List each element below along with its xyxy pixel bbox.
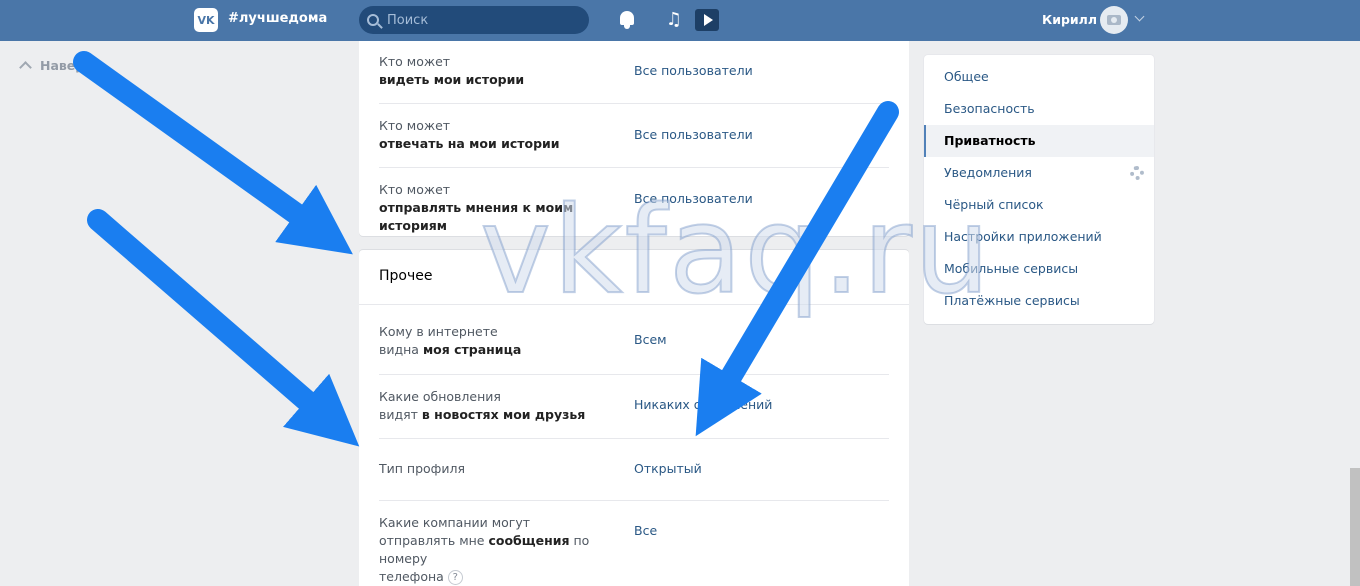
scrollbar-thumb[interactable] [1350,468,1360,586]
sidebar-item-payment-services[interactable]: Платёжные сервисы [924,285,1154,317]
sidebar-item-security[interactable]: Безопасность [924,93,1154,125]
setting-row: Кто может отправлять мнения к моим истори… [379,167,889,233]
music-icon[interactable]: ♫ [663,10,685,30]
setting-value-link[interactable]: Никаких обновлений [634,396,772,414]
sidebar-item-privacy[interactable]: Приватность [924,125,1154,157]
gear-icon[interactable] [1130,166,1144,180]
arrow-to-section-title [73,51,353,255]
arrow-to-profile-type-label [87,209,360,447]
setting-value-link[interactable]: Все пользователи [634,126,753,144]
scroll-up-link[interactable]: Наверх [18,58,80,74]
top-header: VK #лучшедома ♫ Кирилл [0,0,1360,41]
section-title: Прочее [379,268,433,284]
video-play-icon[interactable] [695,9,719,31]
sidebar-item-blacklist[interactable]: Чёрный список [924,189,1154,221]
setting-value-link[interactable]: Всем [634,331,667,349]
vk-logo[interactable]: VK [194,8,218,32]
sidebar-item-general[interactable]: Общее [924,61,1154,93]
search-icon [367,14,379,26]
bell-icon[interactable] [617,10,639,30]
other-privacy-card: Прочее Кому в интернете видна моя страниц… [359,250,909,586]
setting-value-link[interactable]: Открытый [634,460,702,478]
setting-value-link[interactable]: Все [634,522,657,540]
divider [359,304,909,305]
setting-value-link[interactable]: Все пользователи [634,62,753,80]
chevron-up-icon [19,61,32,74]
setting-row: Какие обновления видят в новостях мои дру… [379,374,889,438]
setting-row: Кто может видеть мои истории Все пользова… [379,54,753,87]
setting-row: Кто может отвечать на мои истории Все пол… [379,103,889,167]
setting-row: Какие компании могут отправлять мне сооб… [379,500,889,586]
sidebar-item-app-settings[interactable]: Настройки приложений [924,221,1154,253]
sidebar-item-notifications[interactable]: Уведомления [924,157,1154,189]
avatar[interactable] [1100,6,1128,34]
search-box[interactable] [359,6,589,34]
user-name[interactable]: Кирилл [1042,12,1097,27]
search-input[interactable] [387,12,577,28]
help-icon[interactable]: ? [447,570,463,585]
settings-sidebar: Общее Безопасность Приватность Уведомлен… [924,55,1154,324]
setting-row: Тип профиля Открытый [379,438,889,500]
setting-row: Кому в интернете видна моя страница Всем [379,324,667,357]
setting-value-link[interactable]: Все пользователи [634,190,753,208]
stories-privacy-card: Кто может видеть мои истории Все пользова… [359,41,909,236]
sidebar-item-mobile-services[interactable]: Мобильные сервисы [924,253,1154,285]
chevron-down-icon[interactable] [1134,11,1145,22]
site-tag[interactable]: #лучшедома [228,11,327,26]
